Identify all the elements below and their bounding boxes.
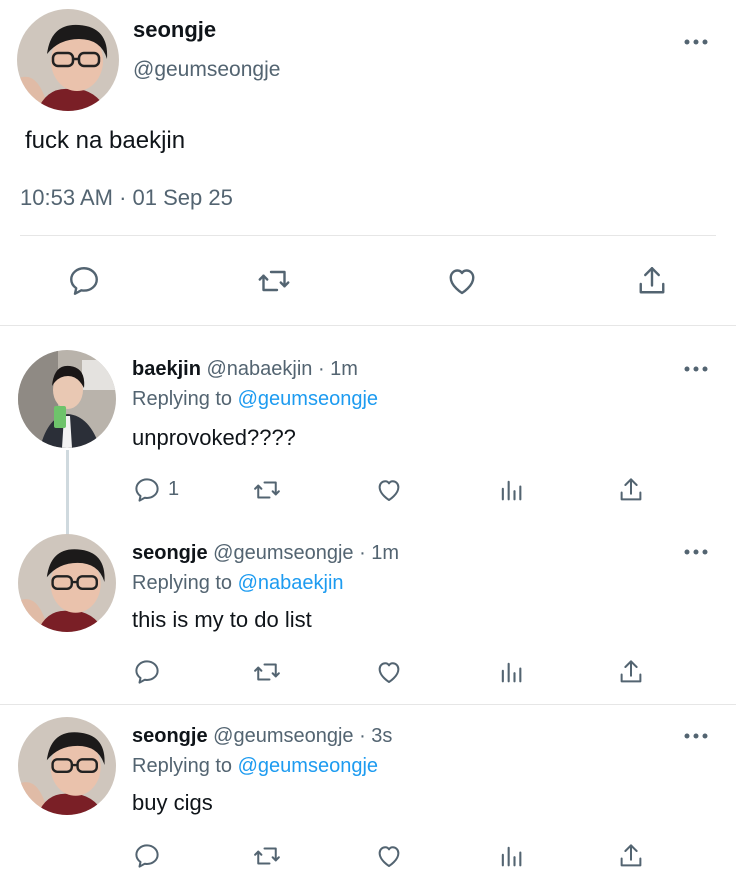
- more-options-icon[interactable]: [681, 542, 711, 562]
- tweet-timestamp[interactable]: 10:53 AM · 01 Sep 25: [20, 185, 233, 211]
- replying-to-link[interactable]: @nabaekjin: [238, 572, 344, 594]
- reply-handle-time[interactable]: @geumseongje · 3s: [213, 725, 392, 747]
- share-icon[interactable]: [614, 840, 648, 872]
- reply-header: baekjin @nabaekjin · 1m: [132, 358, 358, 381]
- replying-prefix: Replying to: [132, 755, 233, 777]
- reply-count: 1: [168, 478, 180, 500]
- more-options-icon[interactable]: [681, 32, 711, 52]
- reply-header: seongje @geumseongje · 1m: [132, 542, 399, 565]
- more-options-icon[interactable]: [681, 726, 711, 746]
- share-icon[interactable]: [614, 474, 648, 506]
- like-icon[interactable]: [372, 840, 406, 872]
- avatar-seongje[interactable]: [18, 717, 116, 815]
- like-icon[interactable]: [372, 474, 406, 506]
- reply-icon[interactable]: [64, 261, 104, 301]
- retweet-icon[interactable]: [254, 261, 294, 301]
- replying-to: Replying to @geumseongje: [132, 755, 378, 778]
- analytics-icon[interactable]: [494, 840, 528, 872]
- author-handle[interactable]: @geumseongje: [133, 58, 280, 82]
- tweet-text: fuck na baekjin: [25, 127, 186, 154]
- reply-icon[interactable]: [130, 474, 164, 506]
- divider: [0, 704, 736, 705]
- share-icon[interactable]: [614, 656, 648, 688]
- reply-text: this is my to do list: [132, 607, 312, 632]
- reply-handle-time[interactable]: @geumseongje · 1m: [213, 542, 399, 564]
- reply-handle-time[interactable]: @nabaekjin · 1m: [206, 358, 357, 380]
- share-icon[interactable]: [632, 261, 672, 301]
- retweet-icon[interactable]: [250, 474, 284, 506]
- divider: [0, 325, 736, 326]
- retweet-icon[interactable]: [250, 840, 284, 872]
- reply-text: unprovoked????: [132, 425, 296, 450]
- reply-icon[interactable]: [130, 656, 164, 688]
- reply-display-name[interactable]: baekjin: [132, 358, 201, 380]
- retweet-icon[interactable]: [250, 656, 284, 688]
- analytics-icon[interactable]: [494, 474, 528, 506]
- replying-to: Replying to @geumseongje: [132, 388, 378, 411]
- reply-display-name[interactable]: seongje: [132, 725, 208, 747]
- avatar-baekjin[interactable]: [18, 350, 116, 448]
- replying-to-link[interactable]: @geumseongje: [238, 755, 378, 777]
- analytics-icon[interactable]: [494, 656, 528, 688]
- thread-line: [66, 450, 69, 536]
- replying-to-link[interactable]: @geumseongje: [238, 388, 378, 410]
- like-icon[interactable]: [442, 261, 482, 301]
- reply-display-name[interactable]: seongje: [132, 542, 208, 564]
- replying-prefix: Replying to: [132, 388, 233, 410]
- replying-to: Replying to @nabaekjin: [132, 572, 344, 595]
- avatar-seongje[interactable]: [17, 9, 119, 111]
- avatar-seongje[interactable]: [18, 534, 116, 632]
- like-icon[interactable]: [372, 656, 406, 688]
- reply-text: buy cigs: [132, 790, 213, 815]
- divider: [20, 235, 716, 236]
- author-display-name[interactable]: seongje: [133, 17, 216, 43]
- reply-icon[interactable]: [130, 840, 164, 872]
- more-options-icon[interactable]: [681, 359, 711, 379]
- replying-prefix: Replying to: [132, 572, 233, 594]
- reply-header: seongje @geumseongje · 3s: [132, 725, 392, 748]
